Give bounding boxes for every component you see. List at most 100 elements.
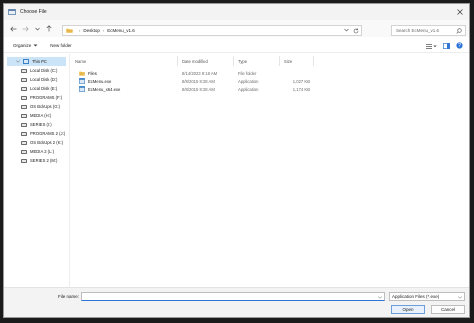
app-icon <box>79 86 85 92</box>
svg-text:?: ? <box>458 43 461 49</box>
nav-item-label: PROGRAMS (F:) <box>30 95 63 100</box>
file-row[interactable]: EcMenu.exe 8/8/2015 8:28 AM Application … <box>71 77 469 85</box>
nav-item-drive[interactable]: Local Disk (E:) <box>4 84 69 93</box>
breadcrumb-current-folder[interactable]: EcMenu_v1.6 <box>107 28 135 33</box>
close-icon <box>457 9 463 15</box>
command-bar: Organize New folder ? <box>4 39 469 53</box>
column-header-type[interactable]: Type <box>234 56 280 66</box>
close-button[interactable] <box>453 5 467 19</box>
nav-item-drive[interactable]: MEDIA 2 (L:) <box>4 147 69 156</box>
breadcrumb-separator: › <box>79 28 81 33</box>
navigation-pane: This PC Local Disk (C:) Local Disk (D:) … <box>4 54 70 289</box>
new-folder-button[interactable]: New folder <box>50 43 72 48</box>
back-button[interactable] <box>7 23 19 35</box>
search-input[interactable]: Search EcMenu_v1.6 <box>391 25 466 36</box>
drive-icon <box>21 140 27 145</box>
nav-item-label: SERIES (I:) <box>30 122 52 127</box>
file-list: Name Date modified Type Size Files 8/14/… <box>71 54 469 289</box>
chevron-down-icon <box>34 27 40 30</box>
search-placeholder: Search EcMenu_v1.6 <box>396 28 440 33</box>
column-header-size[interactable]: Size <box>280 56 314 66</box>
column-header-label: Name <box>75 58 87 64</box>
column-header-label: Type <box>238 58 248 64</box>
arrow-up-icon <box>46 25 52 32</box>
nav-item-drive[interactable]: PROGRAMS 2 (J:) <box>4 129 69 138</box>
drive-icon <box>21 149 27 154</box>
nav-item-label: Local Disk (C:) <box>30 68 58 73</box>
file-name: EcMenu.exe <box>88 78 112 84</box>
nav-item-drive[interactable]: SERIES (I:) <box>4 120 69 129</box>
dialog-footer: File name: Application Files (*.exe) Ope… <box>4 287 469 317</box>
up-button[interactable] <box>43 23 55 35</box>
view-details-icon <box>426 44 432 49</box>
nav-item-label: OS BckUps (G:) <box>30 104 61 109</box>
address-history-button[interactable] <box>344 28 349 33</box>
open-button[interactable]: Open <box>391 305 425 314</box>
drive-icon <box>21 158 27 163</box>
arrow-right-icon <box>22 26 29 31</box>
help-button[interactable]: ? <box>456 42 463 51</box>
app-icon <box>79 78 85 84</box>
file-row[interactable]: EcMenu_x64.exe 8/8/2015 8:28 AM Applicat… <box>71 85 469 93</box>
column-header-name[interactable]: Name <box>71 56 178 66</box>
address-bar[interactable]: › Desktop › EcMenu_v1.6 <box>62 25 362 36</box>
nav-item-label: Local Disk (D:) <box>30 77 58 82</box>
file-type: Application <box>238 78 259 84</box>
cancel-button[interactable]: Cancel <box>431 305 465 314</box>
nav-item-label: SERIES 2 (M:) <box>30 158 58 163</box>
file-name-cell: EcMenu_x64.exe <box>79 85 120 93</box>
file-row[interactable]: Files 8/14/2023 9:18 AM File folder <box>71 69 469 77</box>
nav-item-this-pc[interactable]: This PC <box>7 57 66 66</box>
nav-item-drive[interactable]: SERIES 2 (M:) <box>4 156 69 165</box>
caret-down-icon <box>33 44 38 47</box>
recent-locations-button[interactable] <box>31 23 43 35</box>
caret-down-icon <box>433 45 437 48</box>
breadcrumb-separator: › <box>102 28 105 33</box>
title-bar: Choose File <box>4 4 469 20</box>
file-date: 8/8/2015 8:28 AM <box>182 78 215 84</box>
nav-item-label: PROGRAMS 2 (J:) <box>30 131 66 136</box>
nav-item-drive[interactable]: OS BckUps (G:) <box>4 102 69 111</box>
nav-item-drive[interactable]: Local Disk (D:) <box>4 75 69 84</box>
arrow-left-icon <box>9 26 16 31</box>
file-name-history-button[interactable] <box>378 295 382 301</box>
breadcrumb-desktop[interactable]: Desktop <box>83 28 100 33</box>
chevron-down-icon <box>378 296 382 299</box>
refresh-button[interactable] <box>353 28 359 35</box>
chevron-down-icon <box>16 60 20 63</box>
preview-pane-button[interactable] <box>443 42 450 51</box>
help-icon: ? <box>456 42 463 49</box>
computer-icon <box>23 59 29 64</box>
file-name-cell: Files <box>79 69 97 77</box>
column-header-date-modified[interactable]: Date modified <box>178 56 234 66</box>
organize-menu[interactable]: Organize <box>13 43 38 48</box>
column-header-label: Date modified <box>182 58 208 64</box>
organize-label: Organize <box>13 43 32 48</box>
chevron-down-icon <box>344 28 349 32</box>
file-type-select[interactable]: Application Files (*.exe) <box>389 292 465 301</box>
choose-file-dialog: Choose File › Desktop › EcMenu_v1.6 Sear… <box>3 3 470 318</box>
file-type: Application <box>238 86 259 92</box>
nav-item-label: OS BckUps 2 (K:) <box>30 140 64 145</box>
file-type-value: Application Files (*.exe) <box>392 294 440 299</box>
change-view-button[interactable] <box>426 44 437 49</box>
nav-item-drive[interactable]: PROGRAMS (F:) <box>4 93 69 102</box>
file-name-cell: EcMenu.exe <box>79 77 111 85</box>
chevron-down-icon <box>458 295 462 300</box>
drive-icon <box>21 95 27 100</box>
file-name-label: File name: <box>58 294 80 299</box>
drive-icon <box>21 104 27 109</box>
nav-item-drive[interactable]: Local Disk (C:) <box>4 66 69 75</box>
file-size <box>284 69 310 77</box>
forward-button[interactable] <box>19 23 31 35</box>
drive-icon <box>21 68 27 73</box>
app-window-icon <box>8 9 16 16</box>
file-size: 1,027 KB <box>292 78 310 84</box>
refresh-icon <box>353 28 359 34</box>
file-name-input[interactable] <box>81 292 385 301</box>
file-date: 8/14/2023 9:18 AM <box>182 70 218 76</box>
nav-item-label: MEDIA 2 (L:) <box>30 149 54 154</box>
file-size: 1,174 KB <box>292 86 310 92</box>
nav-item-drive[interactable]: MEDIA (H:) <box>4 111 69 120</box>
nav-item-drive[interactable]: OS BckUps 2 (K:) <box>4 138 69 147</box>
